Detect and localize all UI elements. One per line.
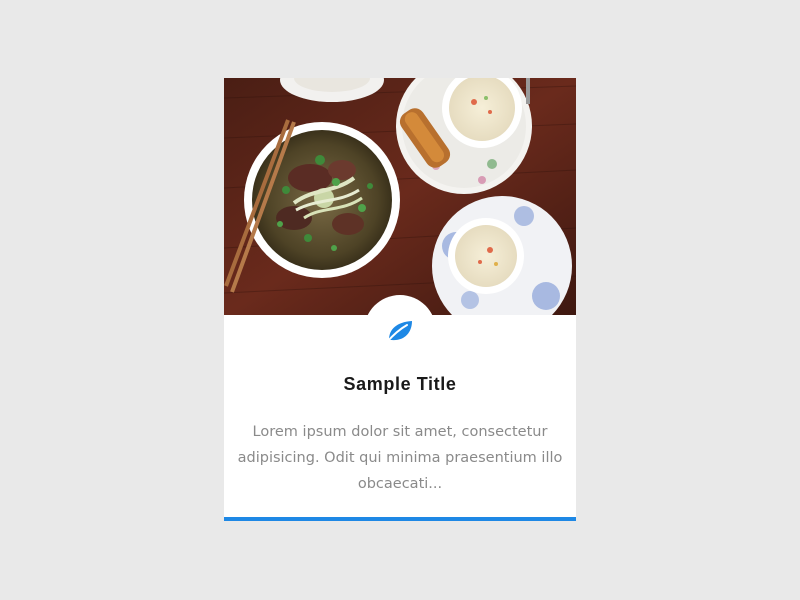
- food-photo: [224, 78, 576, 315]
- card-image: [224, 78, 576, 315]
- card-description: Lorem ipsum dolor sit amet, consectetur …: [237, 424, 563, 492]
- card: Sample Title Lorem ipsum dolor sit amet,…: [224, 78, 576, 521]
- card-body: Sample Title Lorem ipsum dolor sit amet,…: [224, 315, 576, 497]
- card-title: Sample Title: [343, 374, 457, 394]
